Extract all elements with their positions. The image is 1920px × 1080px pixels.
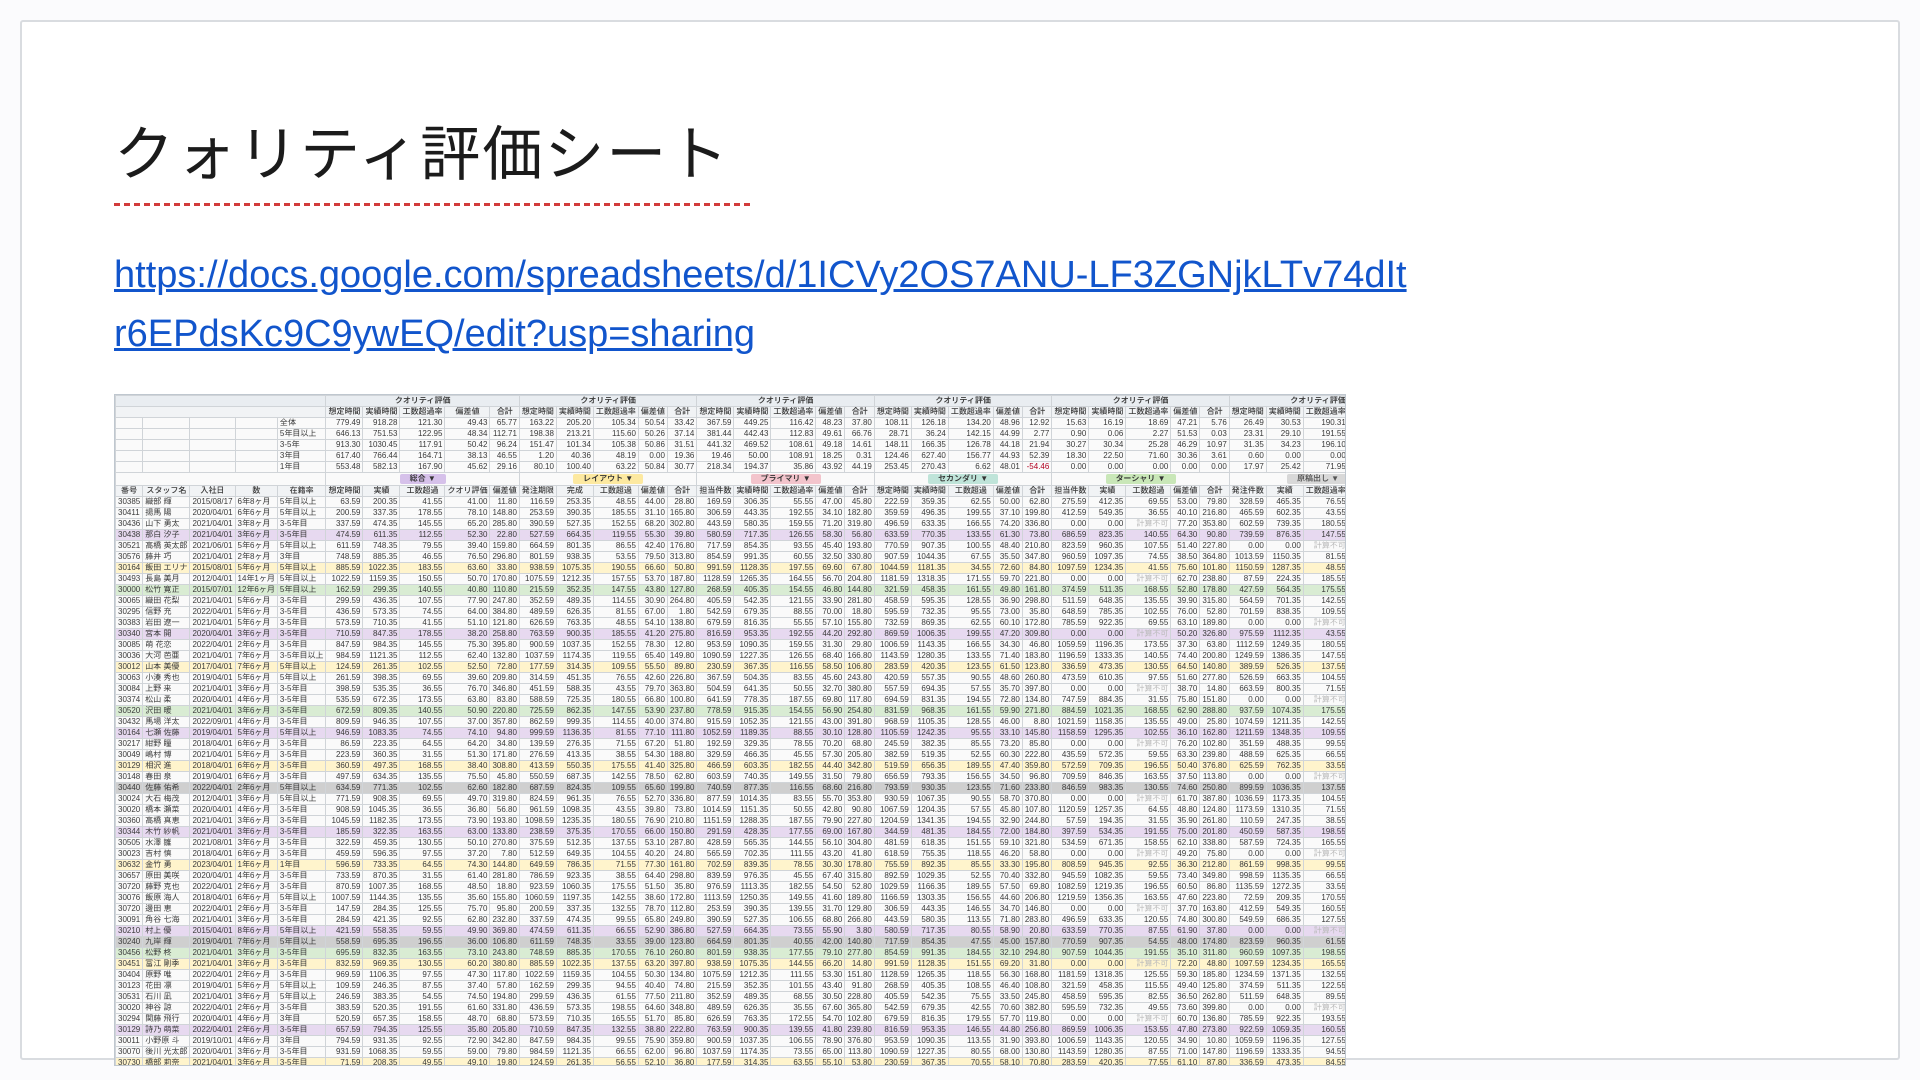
table-row: 30210村上 優2015/04/018年6ヶ月5年目以上421.59558.3… (116, 925, 1347, 936)
table-row: 30024大石 梅茂2012/04/013年6ヶ月5年目以上771.59908.… (116, 793, 1347, 804)
table-row: 30404原野 唯2022/04/012年6ヶ月3-5年目969.591106.… (116, 969, 1347, 980)
table-row: 30451富江 剛季2021/04/013年6ヶ月3-5年目832.59969.… (116, 958, 1347, 969)
table-row: 30129相沢 進2018/04/016年6ヶ月3-5年目360.59497.3… (116, 760, 1347, 771)
table-row: 30036大河 芭亜2021/04/017年6ヶ月3-5年目以上984.5911… (116, 650, 1347, 661)
table-row: 30632金竹 勇2023/04/011年6ヶ月1年目596.59733.356… (116, 859, 1347, 870)
table-row: 30085萌 花恋2022/04/012年6ヶ月3-5年目847.59984.3… (116, 639, 1347, 650)
table-row: 30020橋本 瀬菜2020/04/014年6ヶ月3-5年目908.591045… (116, 804, 1347, 815)
table-row: 30411揚馬 陽2020/04/016年6ヶ月5年目以上200.59337.3… (116, 507, 1347, 518)
page-title: クォリティ評価シート (114, 106, 1806, 193)
summary-row: 1年目553.48582.13167.9045.6229.1680.10100.… (116, 461, 1347, 472)
table-row: 30020神谷 諒2022/04/012年6ヶ月3-5年目383.59520.3… (116, 1002, 1347, 1013)
table-row: 30438那白 汐子2021/04/013年6ヶ月3-5年目474.59611.… (116, 529, 1347, 540)
table-row: 30493長島 美月2012/04/0114年1ヶ月5年目以上1022.5911… (116, 573, 1347, 584)
group-header-row: クオリティ評価 クオリティ評価 クオリティ評価 クオリティ評価 クオリティ評価 … (116, 395, 1347, 406)
table-row: 30521高橋 英太郎2021/06/015年6ヶ月5年目以上611.59748… (116, 540, 1347, 551)
table-row: 30344木竹 紗帆2021/04/013年6ヶ月3-5年目185.59322.… (116, 826, 1347, 837)
table-row: 30164七瀬 佐藤2019/04/015年6ヶ月5年目以上946.591083… (116, 727, 1347, 738)
table-row: 30011小野原 斗2019/10/014年6ヶ月3年目794.59931.35… (116, 1035, 1347, 1046)
table-row: 30063小湊 秀也2019/04/015年6ヶ月5年目以上261.59398.… (116, 672, 1347, 683)
pill-gennkou[interactable]: 原稿出し ▼ (1287, 474, 1346, 484)
spreadsheet-table: クオリティ評価 クオリティ評価 クオリティ評価 クオリティ評価 クオリティ評価 … (115, 395, 1346, 1066)
title-underline (114, 203, 754, 206)
table-row: 30023吉村 慎2018/04/016年6ヶ月3-5年目459.59596.3… (116, 848, 1347, 859)
section-pill-row: 総合 ▼ レイアウト ▼ プライマリ ▼ セカンダリ ▼ ターシャリ ▼ 原稿出… (116, 472, 1347, 485)
table-row: 30000松竹 寛正2015/07/0112年6ヶ月5年目以上162.59299… (116, 584, 1347, 595)
table-row: 30374松山 柔2020/04/014年6ヶ月3-5年目535.59672.3… (116, 694, 1347, 705)
table-row: 30720藤野 克也2022/04/012年6ヶ月3-5年目870.591007… (116, 881, 1347, 892)
summary-row: 5年目以上646.13751.53122.9548.34112.71198.38… (116, 428, 1347, 439)
table-row: 30456松野 柊2021/04/013年6ヶ月3-5年目695.59832.3… (116, 947, 1347, 958)
table-row: 30076飯原 海人2018/04/016年6ヶ月5年目以上1007.59114… (116, 892, 1347, 903)
table-row: 30360高橋 真恵2021/04/013年6ヶ月3-5年目1045.59118… (116, 815, 1347, 826)
table-row: 30340宮本 開2020/04/013年6ヶ月3-5年目710.59847.3… (116, 628, 1347, 639)
table-row: 30065織田 花梨2021/04/015年6ヶ月3-5年目299.59436.… (116, 595, 1347, 606)
table-row: 30505水澤 雛2021/08/013年6ヶ月3-5年目322.59459.3… (116, 837, 1347, 848)
table-row: 30436山下 勇太2021/04/013年8ヶ月3-5年目337.59474.… (116, 518, 1347, 529)
table-row: 30123花田 凛2019/04/015年6ヶ月5年目以上109.59246.3… (116, 980, 1347, 991)
table-row: 30012山本 美優2017/04/017年6ヶ月5年目以上124.59261.… (116, 661, 1347, 672)
table-row: 30730橋部 莉奈2021/04/013年6ヶ月3-5年目71.59208.3… (116, 1057, 1347, 1066)
table-row: 30129詩乃 萌菜2022/04/012年6ヶ月3-5年目657.59794.… (116, 1024, 1347, 1035)
pill-total[interactable]: 総合 ▼ (400, 474, 446, 484)
summary-row: 3年目617.40766.44164.7138.1346.551.2040.36… (116, 450, 1347, 461)
summary-row: 全体779.49918.28121.3049.4365.77163.22205.… (116, 417, 1347, 428)
pill-layout[interactable]: レイアウト ▼ (573, 474, 643, 484)
table-row: 30383岩田 遼一2021/04/015年6ヶ月3-5年目573.59710.… (116, 617, 1347, 628)
table-row: 30164飯田 エリナ2015/08/015年6ヶ月5年目以上885.59102… (116, 562, 1347, 573)
table-row: 30385織部 輝2015/08/176年8ヶ月5年目以上63.59200.35… (116, 496, 1347, 507)
table-row: 30049嶋村 博2021/04/015年6ヶ月3-5年目223.59360.3… (116, 749, 1347, 760)
table-row: 30217紺野 瞳2018/04/016年6ヶ月3-5年目86.59223.35… (116, 738, 1347, 749)
table-row: 30720邊田 恵2022/04/012年6ヶ月3-5年目147.59284.3… (116, 903, 1347, 914)
table-row: 30084上野 来2021/04/013年6ヶ月3-5年目398.59535.3… (116, 683, 1347, 694)
pill-tertiary[interactable]: ターシャリ ▼ (1106, 474, 1176, 484)
spreadsheet-image: クオリティ評価 クオリティ評価 クオリティ評価 クオリティ評価 クオリティ評価 … (114, 394, 1346, 1066)
sheet-link[interactable]: https://docs.google.com/spreadsheets/d/1… (114, 246, 1414, 364)
pill-secondary[interactable]: セカンダリ ▼ (928, 474, 998, 484)
table-row: 30576藤井 巧2021/04/012年8ヶ月3年目748.59885.354… (116, 551, 1347, 562)
pill-primary[interactable]: プライマリ ▼ (751, 474, 821, 484)
table-row: 30432馬場 洋太2022/09/014年6ヶ月3-5年目809.59946.… (116, 716, 1347, 727)
table-row: 30440佐藤 佑希2022/04/012年6ヶ月5年目以上634.59771.… (116, 782, 1347, 793)
table-row: 30531石川 凪2021/04/013年6ヶ月5年目以上246.59383.3… (116, 991, 1347, 1002)
table-row: 30520沢田 暖2021/04/013年6ヶ月3-5年目672.59809.3… (116, 705, 1347, 716)
table-row: 30148春田 泉2019/04/016年6ヶ月3-5年目497.59634.3… (116, 771, 1347, 782)
metric-subheader: 想定時間実績時間工数超過率偏差値合計 想定時間実績時間工数超過率偏差値合計 想定… (116, 406, 1347, 417)
table-row: 30070後川 光太郎2020/04/013年6ヶ月3-5年目931.59106… (116, 1046, 1347, 1057)
table-row: 30091角谷 七海2021/04/013年6ヶ月3-5年目284.59421.… (116, 914, 1347, 925)
summary-row: 3-5年913.301030.45117.9150.4296.24151.471… (116, 439, 1347, 450)
table-row: 30294関藤 飛行2020/04/014年6ヶ月3年目520.59657.35… (116, 1013, 1347, 1024)
slide-frame: クォリティ評価シート https://docs.google.com/sprea… (20, 20, 1900, 1060)
table-row: 30295信野 充2022/04/015年6ヶ月3-5年目436.59573.3… (116, 606, 1347, 617)
table-row: 30657原田 美咲2020/04/014年6ヶ月3-5年目733.59870.… (116, 870, 1347, 881)
staff-col-header: 番号 スタッフ名 入社日 数 在籍率 想定時間実績工数超過クオリ評価偏差値 発注… (116, 485, 1347, 496)
table-row: 30240九岸 輝2019/04/017年6ヶ月5年目以上558.59695.3… (116, 936, 1347, 947)
